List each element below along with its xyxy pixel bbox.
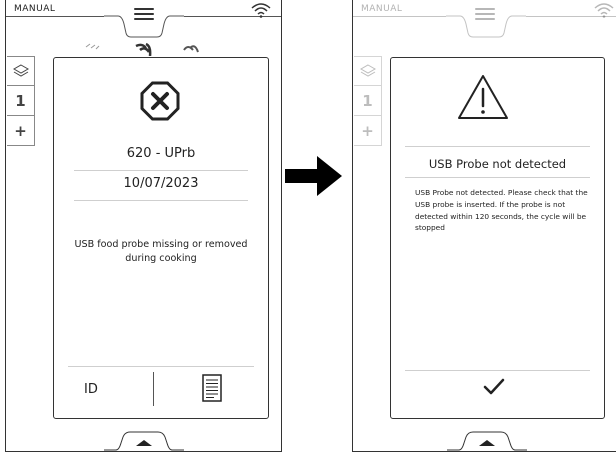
- chevron-up-icon: [479, 440, 495, 446]
- error-code: 620 - UPrb: [126, 146, 196, 161]
- add-tab-button[interactable]: +: [7, 116, 35, 146]
- right-arrow-icon: [285, 156, 342, 196]
- chevron-up-icon: [136, 440, 152, 446]
- side-tabs: 1 +: [7, 56, 35, 146]
- id-button[interactable]: ID: [84, 382, 98, 397]
- probe-warning-dialog: USB Probe not detected USB Probe not det…: [390, 57, 605, 419]
- button-divider: [153, 372, 154, 406]
- divider: [405, 177, 590, 178]
- divider: [74, 200, 248, 201]
- divider: [405, 370, 590, 371]
- side-tab-1[interactable]: 1: [354, 86, 382, 116]
- dialog-description: USB Probe not detected. Please check tha…: [415, 188, 588, 233]
- checkmark-icon[interactable]: [483, 378, 505, 396]
- divider: [68, 366, 254, 367]
- add-tab-button[interactable]: +: [354, 116, 382, 146]
- mode-indicator-icons: [85, 42, 199, 56]
- divider: [74, 170, 248, 171]
- warning-triangle-icon: [458, 75, 508, 119]
- error-octagon-x-icon: [140, 81, 180, 121]
- hamburger-menu-icon[interactable]: [475, 8, 495, 20]
- right-device-screen: MANUAL 1 + USB Probe not detected USB Pr…: [352, 0, 616, 452]
- document-icon[interactable]: [202, 374, 222, 402]
- error-date: 10/07/2023: [123, 176, 199, 191]
- bottom-expand-tab[interactable]: [104, 431, 184, 451]
- error-message: USB food probe missing or removed during…: [74, 239, 248, 264]
- top-notch: [446, 15, 526, 38]
- side-tab-1[interactable]: 1: [7, 86, 35, 116]
- side-tabs: 1 +: [354, 56, 382, 146]
- layers-tab[interactable]: [7, 56, 35, 86]
- wifi-icon: [594, 3, 614, 18]
- layers-icon: [12, 64, 29, 77]
- divider: [405, 146, 590, 147]
- error-dialog: 620 - UPrb 10/07/2023 USB food probe mis…: [53, 57, 269, 419]
- layers-icon: [359, 64, 376, 77]
- layers-tab[interactable]: [354, 56, 382, 86]
- left-device-screen: MANUAL 1 + 620 - UPrb 10/07/2023 USB foo…: [5, 0, 282, 452]
- mode-label: MANUAL: [14, 4, 56, 14]
- top-notch: [104, 15, 184, 38]
- hamburger-menu-icon[interactable]: [134, 8, 154, 20]
- wifi-icon: [251, 3, 271, 18]
- mode-label: MANUAL: [361, 4, 403, 14]
- bottom-expand-tab[interactable]: [447, 431, 527, 451]
- dialog-title: USB Probe not detected: [428, 157, 567, 171]
